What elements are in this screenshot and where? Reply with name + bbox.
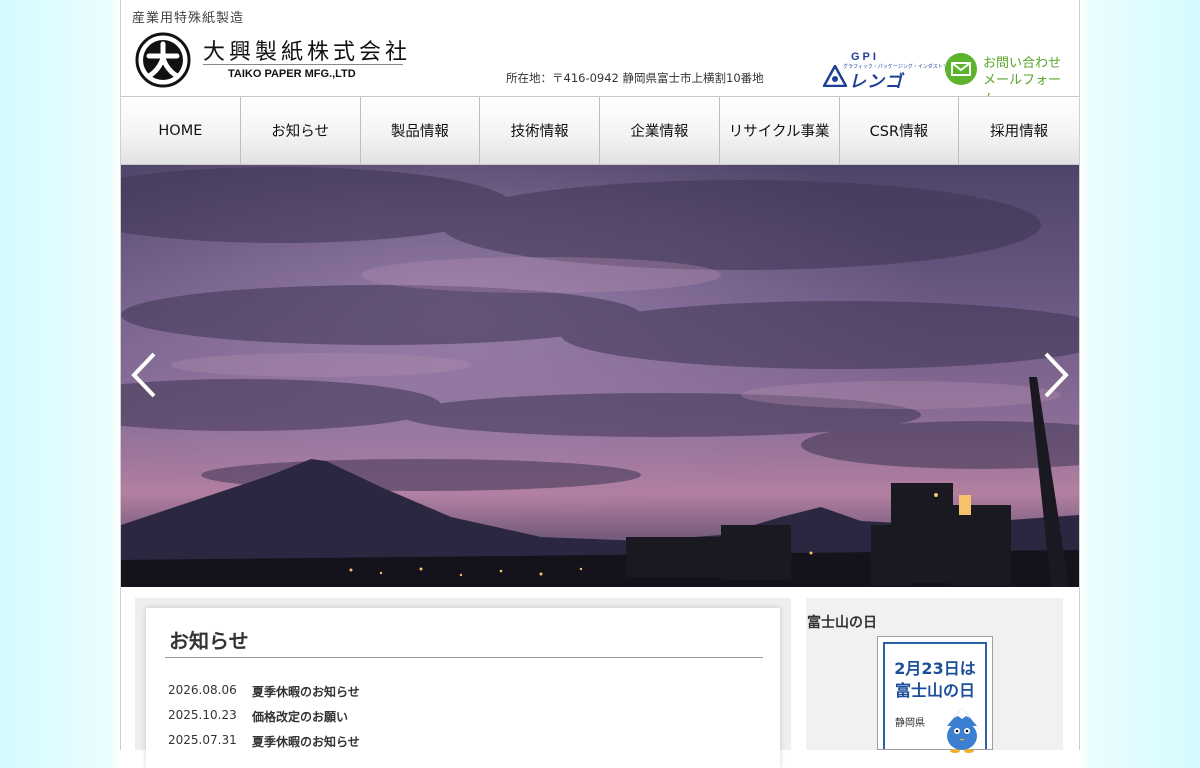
page-container: 産業用特殊紙製造 大興製紙株式会社 TAIKO PAPER MFG.,LTD 所… bbox=[120, 0, 1080, 768]
main-nav: HOME お知らせ 製品情報 技術情報 企業情報 リサイクル事業 CSR情報 採… bbox=[121, 96, 1079, 165]
sidebar-title: 富士山の日 bbox=[807, 615, 877, 631]
sidebar-box: 富士山の日 2月23日は 富士山の日 静岡県 bbox=[806, 598, 1063, 753]
logo-divider bbox=[203, 64, 403, 65]
nav-item-news[interactable]: お知らせ bbox=[240, 97, 361, 164]
nav-item-products[interactable]: 製品情報 bbox=[360, 97, 481, 164]
news-date: 2025.07.31 bbox=[168, 733, 237, 747]
fujisan-day-banner[interactable]: 2月23日は 富士山の日 静岡県 bbox=[877, 636, 993, 753]
news-item: 2025.10.23 価格改定のお願い bbox=[168, 708, 360, 733]
nav-item-recycling[interactable]: リサイクル事業 bbox=[719, 97, 840, 164]
hero-image bbox=[121, 165, 1079, 587]
nav-item-company[interactable]: 企業情報 bbox=[600, 97, 720, 164]
nav-item-home[interactable]: HOME bbox=[121, 97, 241, 164]
banner-frame: 2月23日は 富士山の日 静岡県 bbox=[883, 642, 987, 753]
tagline: 産業用特殊紙製造 bbox=[132, 11, 245, 26]
group-logo-top: GPI bbox=[851, 51, 879, 63]
news-date: 2025.10.23 bbox=[168, 708, 237, 722]
chevron-left-icon[interactable] bbox=[126, 350, 166, 400]
news-link[interactable]: 夏季休暇のお知らせ bbox=[252, 733, 360, 758]
banner-line-2: 富士山の日 bbox=[894, 681, 975, 700]
news-item: 2026.08.06 夏季休暇のお知らせ bbox=[168, 683, 360, 708]
company-logo-icon[interactable] bbox=[135, 32, 191, 88]
nav-item-csr[interactable]: CSR情報 bbox=[839, 97, 960, 164]
news-card: お知らせ 2026.08.06 夏季休暇のお知らせ 2025.10.23 価格改… bbox=[146, 608, 780, 768]
nav-item-technology[interactable]: 技術情報 bbox=[480, 97, 600, 164]
banner-prefecture: 静岡県 bbox=[895, 718, 925, 729]
news-link[interactable]: 価格改定のお願い bbox=[252, 708, 348, 733]
news-title: お知らせ bbox=[169, 629, 249, 653]
hero-slider[interactable] bbox=[121, 165, 1079, 587]
company-name-en: TAIKO PAPER MFG.,LTD bbox=[228, 68, 356, 80]
group-logo[interactable]: GPI グラフィック・パッケージング・インダストリー レンゴー bbox=[823, 51, 953, 117]
chevron-right-icon[interactable] bbox=[1034, 350, 1074, 400]
news-list: 2026.08.06 夏季休暇のお知らせ 2025.10.23 価格改定のお願い… bbox=[168, 683, 360, 758]
company-address: 所在地：〒416-0942 静岡県富士市上横割10番地 bbox=[506, 71, 764, 85]
contact-button[interactable]: お問い合わせ メールフォーム bbox=[945, 51, 1065, 107]
envelope-icon bbox=[945, 53, 977, 85]
mascot-icon bbox=[947, 708, 977, 753]
news-date: 2026.08.06 bbox=[168, 683, 237, 697]
news-link[interactable]: 夏季休暇のお知らせ bbox=[252, 683, 360, 708]
nav-item-recruit[interactable]: 採用情報 bbox=[959, 97, 1079, 164]
news-divider bbox=[165, 657, 763, 658]
banner-line-1: 2月23日は bbox=[894, 659, 976, 678]
news-item: 2025.07.31 夏季休暇のお知らせ bbox=[168, 733, 360, 758]
company-name-jp: 大興製紙株式会社 bbox=[203, 40, 412, 65]
